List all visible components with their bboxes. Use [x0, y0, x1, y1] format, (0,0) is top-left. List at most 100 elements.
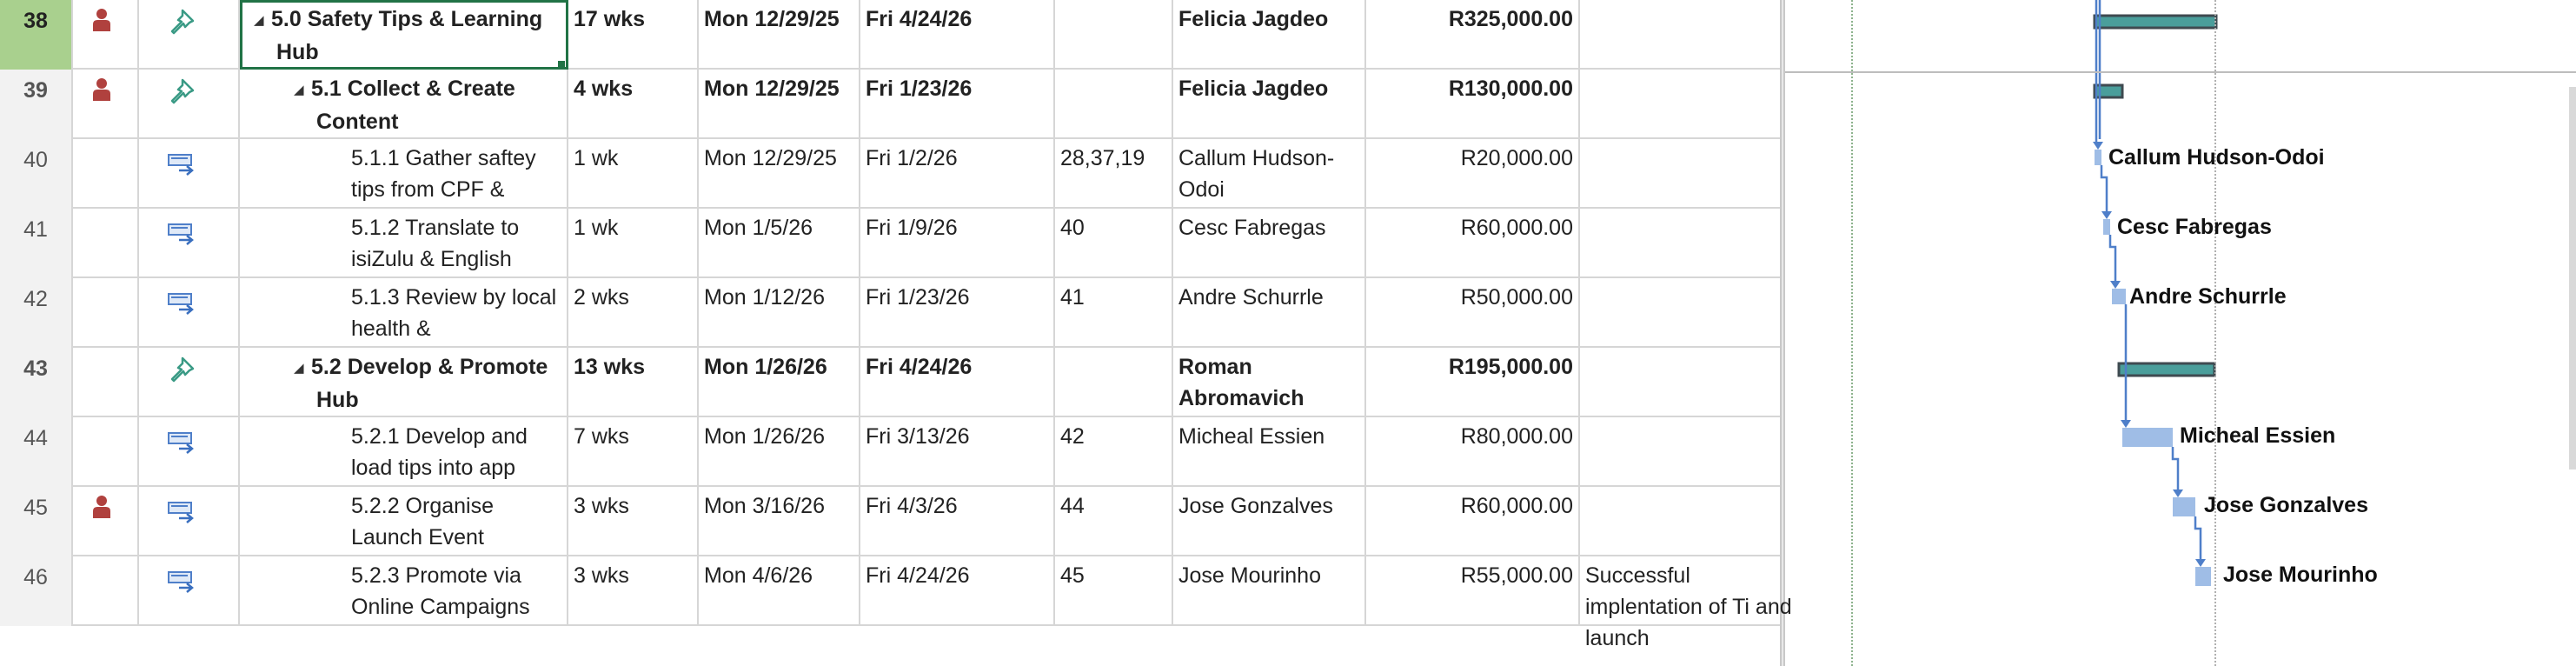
task-bar[interactable]: [2122, 428, 2173, 447]
resource-name-cell[interactable]: Callum Hudson-Odoi: [1173, 139, 1366, 209]
task-name-cell[interactable]: 5.2.3 Promote via Online Campaigns: [240, 556, 568, 626]
table-row[interactable]: 44 5.2.1 Develop and load tips into app 7 …: [0, 417, 1780, 487]
task-name-cell[interactable]: ◢ 5.0 Safety Tips & Learning Hub: [240, 0, 568, 70]
cost-cell[interactable]: R20,000.00: [1366, 139, 1580, 209]
table-row[interactable]: 38 ◢ 5.0 Safety Tips & Learning Hub 17 wks M…: [0, 0, 1780, 70]
start-date-cell[interactable]: Mon 1/26/26: [699, 417, 860, 487]
table-row[interactable]: 41 5.1.2 Translate to isiZulu & English 1 …: [0, 209, 1780, 278]
cost-cell[interactable]: R50,000.00: [1366, 278, 1580, 348]
resource-name-cell[interactable]: Felicia Jagdeo: [1173, 70, 1366, 139]
task-name-cell[interactable]: ◢ 5.2 Develop & Promote Hub: [240, 348, 568, 417]
row-id-cell[interactable]: 40: [0, 139, 73, 209]
predecessors-cell[interactable]: 45: [1055, 556, 1173, 626]
task-mode-cell[interactable]: [139, 209, 240, 278]
duration-cell[interactable]: 4 wks: [568, 70, 699, 139]
task-name-cell[interactable]: 5.1.3 Review by local health &: [240, 278, 568, 348]
row-id-cell[interactable]: 45: [0, 487, 73, 556]
task-mode-cell[interactable]: [139, 556, 240, 626]
start-date-cell[interactable]: Mon 1/5/26: [699, 209, 860, 278]
task-mode-cell[interactable]: [139, 348, 240, 417]
predecessors-cell[interactable]: 44: [1055, 487, 1173, 556]
task-bar[interactable]: [2173, 497, 2195, 516]
vertical-scrollbar[interactable]: [2569, 87, 2576, 470]
finish-date-cell[interactable]: Fri 3/13/26: [860, 417, 1055, 487]
resource-name-cell[interactable]: Jose Gonzalves: [1173, 487, 1366, 556]
collapse-triangle-icon[interactable]: ◢: [294, 75, 311, 106]
predecessors-cell[interactable]: 41: [1055, 278, 1173, 348]
finish-date-cell[interactable]: Fri 1/9/26: [860, 209, 1055, 278]
task-name-cell[interactable]: 5.2.1 Develop and load tips into app: [240, 417, 568, 487]
summary-bar[interactable]: [2093, 14, 2218, 30]
notes-cell[interactable]: [1580, 0, 1780, 70]
row-id-cell[interactable]: 39: [0, 70, 73, 139]
row-id-cell[interactable]: 41: [0, 209, 73, 278]
resource-name-cell[interactable]: Roman Abromavich: [1173, 348, 1366, 417]
task-name-cell[interactable]: 5.1.2 Translate to isiZulu & English: [240, 209, 568, 278]
task-mode-cell[interactable]: [139, 487, 240, 556]
predecessors-cell[interactable]: 40: [1055, 209, 1173, 278]
row-id-cell[interactable]: 44: [0, 417, 73, 487]
task-mode-cell[interactable]: [139, 139, 240, 209]
cost-cell[interactable]: R55,000.00: [1366, 556, 1580, 626]
cost-cell[interactable]: R60,000.00: [1366, 209, 1580, 278]
task-mode-cell[interactable]: [139, 417, 240, 487]
cost-cell[interactable]: R130,000.00: [1366, 70, 1580, 139]
task-mode-cell[interactable]: [139, 0, 240, 70]
task-bar[interactable]: [2112, 289, 2126, 304]
table-row[interactable]: 40 5.1.1 Gather saftey tips from CPF & 1 w…: [0, 139, 1780, 209]
task-mode-cell[interactable]: [139, 278, 240, 348]
collapse-triangle-icon[interactable]: ◢: [294, 353, 311, 384]
table-row[interactable]: 46 5.2.3 Promote via Online Campaigns 3 wk…: [0, 556, 1792, 650]
resource-name-cell[interactable]: Jose Mourinho: [1173, 556, 1366, 626]
duration-cell[interactable]: 3 wks: [568, 487, 699, 556]
table-row[interactable]: 39 ◢ 5.1 Collect & Create Content 4 wks Mon …: [0, 70, 1780, 139]
task-bar[interactable]: [2095, 150, 2101, 165]
duration-cell[interactable]: 17 wks: [568, 0, 699, 70]
predecessors-cell[interactable]: [1055, 348, 1173, 417]
finish-date-cell[interactable]: Fri 1/23/26: [860, 278, 1055, 348]
task-bar[interactable]: [2195, 567, 2211, 586]
resource-name-cell[interactable]: Felicia Jagdeo: [1173, 0, 1366, 70]
start-date-cell[interactable]: Mon 1/26/26: [699, 348, 860, 417]
resource-name-cell[interactable]: Micheal Essien: [1173, 417, 1366, 487]
resource-name-cell[interactable]: Cesc Fabregas: [1173, 209, 1366, 278]
cost-cell[interactable]: R195,000.00: [1366, 348, 1580, 417]
table-row[interactable]: 45 5.2.2 Organise Launch Event 3 wks Mon 3/…: [0, 487, 1780, 556]
table-row[interactable]: 42 5.1.3 Review by local health & 2 wks Mon…: [0, 278, 1780, 348]
notes-cell[interactable]: [1580, 278, 1780, 348]
start-date-cell[interactable]: Mon 1/12/26: [699, 278, 860, 348]
duration-cell[interactable]: 13 wks: [568, 348, 699, 417]
notes-cell[interactable]: Successful implentation of Ti and launch: [1580, 556, 1792, 650]
summary-bar[interactable]: [2117, 362, 2216, 377]
row-id-cell[interactable]: 42: [0, 278, 73, 348]
start-date-cell[interactable]: Mon 12/29/25: [699, 0, 860, 70]
notes-cell[interactable]: [1580, 209, 1780, 278]
cost-cell[interactable]: R80,000.00: [1366, 417, 1580, 487]
notes-cell[interactable]: [1580, 70, 1780, 139]
cost-cell[interactable]: R60,000.00: [1366, 487, 1580, 556]
finish-date-cell[interactable]: Fri 4/3/26: [860, 487, 1055, 556]
notes-cell[interactable]: [1580, 417, 1780, 487]
predecessors-cell[interactable]: 28,37,19: [1055, 139, 1173, 209]
row-id-cell[interactable]: 43: [0, 348, 73, 417]
finish-date-cell[interactable]: Fri 1/2/26: [860, 139, 1055, 209]
duration-cell[interactable]: 1 wk: [568, 139, 699, 209]
notes-cell[interactable]: [1580, 348, 1780, 417]
notes-cell[interactable]: [1580, 487, 1780, 556]
duration-cell[interactable]: 1 wk: [568, 209, 699, 278]
task-mode-cell[interactable]: [139, 70, 240, 139]
start-date-cell[interactable]: Mon 12/29/25: [699, 139, 860, 209]
task-bar[interactable]: [2103, 219, 2110, 235]
task-name-cell[interactable]: 5.2.2 Organise Launch Event: [240, 487, 568, 556]
predecessors-cell[interactable]: [1055, 70, 1173, 139]
row-id-cell[interactable]: 38: [0, 0, 73, 70]
duration-cell[interactable]: 3 wks: [568, 556, 699, 626]
fill-handle[interactable]: [558, 61, 565, 68]
table-row[interactable]: 43 ◢ 5.2 Develop & Promote Hub 13 wks Mon 1/…: [0, 348, 1780, 417]
collapse-triangle-icon[interactable]: ◢: [254, 5, 271, 37]
finish-date-cell[interactable]: Fri 4/24/26: [860, 348, 1055, 417]
finish-date-cell[interactable]: Fri 1/23/26: [860, 70, 1055, 139]
start-date-cell[interactable]: Mon 3/16/26: [699, 487, 860, 556]
predecessors-cell[interactable]: [1055, 0, 1173, 70]
finish-date-cell[interactable]: Fri 4/24/26: [860, 556, 1055, 626]
